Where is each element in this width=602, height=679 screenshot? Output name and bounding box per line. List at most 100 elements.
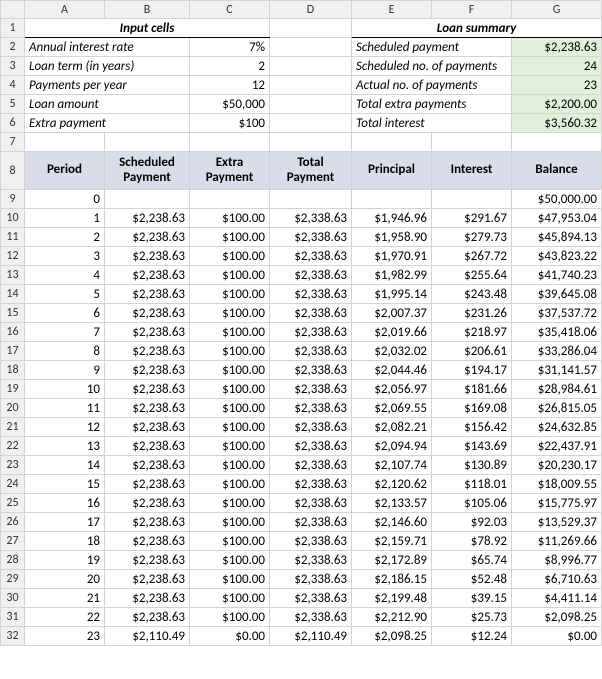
interest-cell[interactable]: $143.69 — [432, 437, 512, 456]
interest-cell[interactable] — [432, 190, 512, 209]
amortization-header[interactable]: Interest — [432, 152, 512, 190]
summary-value[interactable]: $2,200.00 — [512, 95, 602, 114]
row-header-31[interactable]: 31 — [1, 608, 25, 627]
col-header-B[interactable]: B — [105, 1, 190, 19]
extra-cell[interactable]: $0.00 — [190, 627, 270, 646]
amortization-header[interactable]: Balance — [512, 152, 602, 190]
scheduled-cell[interactable]: $2,238.63 — [105, 608, 190, 627]
scheduled-cell[interactable]: $2,238.63 — [105, 342, 190, 361]
row-header-1[interactable]: 1 — [1, 19, 25, 38]
total-cell[interactable]: $2,338.63 — [270, 342, 352, 361]
col-header-C[interactable]: C — [190, 1, 270, 19]
empty-cell[interactable] — [270, 95, 352, 114]
extra-cell[interactable]: $100.00 — [190, 266, 270, 285]
balance-cell[interactable]: $0.00 — [512, 627, 602, 646]
row-header-32[interactable]: 32 — [1, 627, 25, 646]
interest-cell[interactable]: $181.66 — [432, 380, 512, 399]
period-cell[interactable]: 18 — [25, 532, 105, 551]
scheduled-cell[interactable]: $2,238.63 — [105, 304, 190, 323]
interest-cell[interactable]: $243.48 — [432, 285, 512, 304]
period-cell[interactable]: 17 — [25, 513, 105, 532]
period-cell[interactable]: 13 — [25, 437, 105, 456]
interest-cell[interactable]: $39.15 — [432, 589, 512, 608]
extra-cell[interactable]: $100.00 — [190, 209, 270, 228]
col-header-D[interactable]: D — [270, 1, 352, 19]
empty-cell[interactable] — [190, 133, 270, 152]
scheduled-cell[interactable]: $2,238.63 — [105, 247, 190, 266]
principal-cell[interactable]: $2,199.48 — [352, 589, 432, 608]
row-header-15[interactable]: 15 — [1, 304, 25, 323]
input-label[interactable]: Annual interest rate — [25, 38, 190, 57]
total-cell[interactable]: $2,338.63 — [270, 323, 352, 342]
period-cell[interactable]: 2 — [25, 228, 105, 247]
row-header-4[interactable]: 4 — [1, 76, 25, 95]
corner-cell[interactable] — [1, 1, 25, 19]
balance-cell[interactable]: $6,710.63 — [512, 570, 602, 589]
principal-cell[interactable]: $2,159.71 — [352, 532, 432, 551]
interest-cell[interactable]: $78.92 — [432, 532, 512, 551]
period-cell[interactable]: 8 — [25, 342, 105, 361]
interest-cell[interactable]: $267.72 — [432, 247, 512, 266]
scheduled-cell[interactable]: $2,238.63 — [105, 570, 190, 589]
principal-cell[interactable]: $2,069.55 — [352, 399, 432, 418]
scheduled-cell[interactable]: $2,238.63 — [105, 209, 190, 228]
extra-cell[interactable]: $100.00 — [190, 551, 270, 570]
scheduled-cell[interactable]: $2,238.63 — [105, 285, 190, 304]
extra-cell[interactable]: $100.00 — [190, 456, 270, 475]
period-cell[interactable]: 15 — [25, 475, 105, 494]
input-value[interactable]: $100 — [190, 114, 270, 133]
balance-cell[interactable]: $39,645.08 — [512, 285, 602, 304]
row-header-2[interactable]: 2 — [1, 38, 25, 57]
total-cell[interactable]: $2,338.63 — [270, 228, 352, 247]
summary-label[interactable]: Scheduled payment — [352, 38, 512, 57]
extra-cell[interactable]: $100.00 — [190, 475, 270, 494]
empty-cell[interactable] — [270, 133, 352, 152]
summary-label[interactable]: Actual no. of payments — [352, 76, 512, 95]
period-cell[interactable]: 20 — [25, 570, 105, 589]
interest-cell[interactable]: $130.89 — [432, 456, 512, 475]
interest-cell[interactable]: $218.97 — [432, 323, 512, 342]
total-cell[interactable]: $2,338.63 — [270, 532, 352, 551]
row-header-6[interactable]: 6 — [1, 114, 25, 133]
balance-cell[interactable]: $41,740.23 — [512, 266, 602, 285]
row-header-17[interactable]: 17 — [1, 342, 25, 361]
row-header-22[interactable]: 22 — [1, 437, 25, 456]
total-cell[interactable]: $2,338.63 — [270, 361, 352, 380]
extra-cell[interactable]: $100.00 — [190, 570, 270, 589]
total-cell[interactable]: $2,338.63 — [270, 266, 352, 285]
balance-cell[interactable]: $11,269.66 — [512, 532, 602, 551]
interest-cell[interactable]: $65.74 — [432, 551, 512, 570]
balance-cell[interactable]: $26,815.05 — [512, 399, 602, 418]
row-header-9[interactable]: 9 — [1, 190, 25, 209]
summary-label[interactable]: Scheduled no. of payments — [352, 57, 512, 76]
empty-cell[interactable] — [432, 133, 512, 152]
row-header-11[interactable]: 11 — [1, 228, 25, 247]
period-cell[interactable]: 19 — [25, 551, 105, 570]
summary-value[interactable]: 23 — [512, 76, 602, 95]
total-cell[interactable]: $2,338.63 — [270, 456, 352, 475]
extra-cell[interactable]: $100.00 — [190, 304, 270, 323]
total-cell[interactable]: $2,338.63 — [270, 209, 352, 228]
scheduled-cell[interactable]: $2,238.63 — [105, 228, 190, 247]
row-header-8[interactable]: 8 — [1, 152, 25, 190]
row-header-23[interactable]: 23 — [1, 456, 25, 475]
principal-cell[interactable]: $2,082.21 — [352, 418, 432, 437]
row-header-29[interactable]: 29 — [1, 570, 25, 589]
amortization-header[interactable]: Extra Payment — [190, 152, 270, 190]
principal-cell[interactable]: $2,098.25 — [352, 627, 432, 646]
scheduled-cell[interactable]: $2,238.63 — [105, 551, 190, 570]
balance-cell[interactable]: $33,286.04 — [512, 342, 602, 361]
balance-cell[interactable]: $50,000.00 — [512, 190, 602, 209]
total-cell[interactable]: $2,338.63 — [270, 570, 352, 589]
total-cell[interactable]: $2,338.63 — [270, 475, 352, 494]
period-cell[interactable]: 23 — [25, 627, 105, 646]
row-header-25[interactable]: 25 — [1, 494, 25, 513]
total-cell[interactable]: $2,338.63 — [270, 494, 352, 513]
total-cell[interactable]: $2,338.63 — [270, 608, 352, 627]
period-cell[interactable]: 11 — [25, 399, 105, 418]
period-cell[interactable]: 1 — [25, 209, 105, 228]
scheduled-cell[interactable]: $2,238.63 — [105, 475, 190, 494]
extra-cell[interactable]: $100.00 — [190, 494, 270, 513]
period-cell[interactable]: 22 — [25, 608, 105, 627]
principal-cell[interactable]: $2,056.97 — [352, 380, 432, 399]
